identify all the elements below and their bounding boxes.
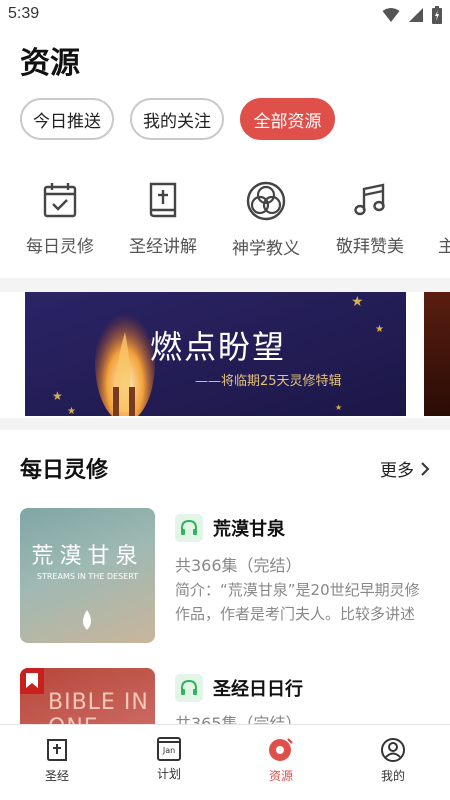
tab-resources[interactable]: 资源 bbox=[236, 737, 326, 784]
category-label: 主 bbox=[438, 237, 450, 257]
tab-bible[interactable]: 圣经 bbox=[12, 737, 102, 784]
tab-label: 计划 bbox=[156, 767, 181, 781]
battery-icon bbox=[432, 6, 442, 24]
category-partial[interactable]: 主 bbox=[430, 180, 450, 257]
filter-chip-label: 我的关注 bbox=[143, 111, 211, 132]
filter-chip-all[interactable]: 全部资源 bbox=[240, 98, 335, 140]
svg-text:★: ★ bbox=[67, 406, 76, 416]
filter-chip-label: 今日推送 bbox=[33, 111, 101, 132]
profile-tab-icon bbox=[381, 738, 405, 762]
calendar-tab-icon: Jan bbox=[157, 737, 181, 761]
filter-chip-today[interactable]: 今日推送 bbox=[20, 98, 114, 140]
tab-label: 圣经 bbox=[44, 769, 69, 783]
category-label: 每日灵修 bbox=[26, 237, 94, 257]
category-theology[interactable]: 神学教义 bbox=[218, 180, 314, 259]
tab-label: 我的 bbox=[380, 769, 405, 783]
svg-text:★: ★ bbox=[335, 403, 342, 412]
more-label: 更多 bbox=[380, 461, 414, 481]
bookmark-icon bbox=[20, 668, 44, 694]
bottom-tab-bar: 圣经 Jan 计划 资源 我的 bbox=[0, 724, 450, 800]
svg-text:★: ★ bbox=[375, 324, 384, 335]
category-label: 圣经讲解 bbox=[129, 237, 197, 257]
book-title-row[interactable]: 荒漠甘泉 bbox=[175, 514, 285, 542]
filter-chip-label: 全部资源 bbox=[253, 111, 322, 132]
section-divider bbox=[0, 278, 450, 292]
headphones-icon bbox=[175, 514, 203, 542]
category-label: 神学教义 bbox=[232, 239, 300, 259]
page-title: 资源 bbox=[20, 46, 80, 81]
more-link[interactable]: 更多 bbox=[380, 456, 430, 481]
calendar-tab-icon-text: Jan bbox=[162, 746, 176, 755]
banner[interactable]: ★ ★ ★ ★ ★ 燃点盼望 ——将临期25天灵修特辑 bbox=[25, 292, 406, 416]
category-worship[interactable]: 敬拜赞美 bbox=[322, 180, 418, 257]
category-bible-exposition[interactable]: 圣经讲解 bbox=[115, 180, 211, 257]
headphones-icon bbox=[175, 674, 203, 702]
tab-label: 资源 bbox=[268, 769, 293, 783]
book-cover[interactable]: 荒漠甘泉 STREAMS IN THE DESERT bbox=[20, 508, 155, 643]
svg-text:★: ★ bbox=[351, 294, 364, 310]
section-divider bbox=[0, 418, 450, 430]
bible-tab-icon bbox=[47, 739, 67, 761]
book-episode-count: 共366集（完结） bbox=[175, 556, 302, 575]
section-title: 每日灵修 bbox=[20, 458, 109, 483]
status-time: 5:39 bbox=[8, 5, 40, 22]
banner-title: 燃点盼望 bbox=[150, 328, 287, 366]
bible-icon bbox=[149, 182, 177, 218]
category-label: 敬拜赞美 bbox=[336, 237, 404, 257]
book-description: 简介：“荒漠甘泉”是20世纪早期灵修作品，作者是考门夫人。比较多讲述如... bbox=[175, 581, 420, 623]
book-title-row[interactable]: 圣经日日行 bbox=[175, 674, 303, 702]
wifi-icon bbox=[382, 8, 400, 22]
status-icons bbox=[382, 6, 442, 24]
category-daily-devotion[interactable]: 每日灵修 bbox=[12, 180, 108, 257]
tab-profile[interactable]: 我的 bbox=[348, 737, 438, 784]
music-note-icon bbox=[354, 183, 385, 216]
banner-subtitle: ——将临期25天灵修特辑 bbox=[195, 374, 342, 389]
partial-category-icon bbox=[430, 180, 450, 220]
chevron-right-icon bbox=[421, 461, 430, 476]
calendar-check-icon bbox=[43, 183, 77, 218]
tab-plan[interactable]: Jan 计划 bbox=[124, 737, 214, 782]
banner-next-peek[interactable] bbox=[424, 292, 450, 416]
status-bar: 5:39 bbox=[0, 0, 450, 32]
drop-icon bbox=[83, 610, 91, 630]
book-title: 圣经日日行 bbox=[213, 679, 303, 700]
book-title: 荒漠甘泉 bbox=[213, 519, 285, 540]
signal-icon bbox=[409, 8, 423, 22]
rings-icon bbox=[246, 181, 286, 221]
svg-text:★: ★ bbox=[52, 389, 63, 403]
cover-subtitle: STREAMS IN THE DESERT bbox=[36, 572, 139, 581]
cover-title: 荒漠甘泉 bbox=[31, 544, 144, 569]
filter-chip-following[interactable]: 我的关注 bbox=[130, 98, 224, 140]
record-tab-icon bbox=[269, 738, 293, 761]
